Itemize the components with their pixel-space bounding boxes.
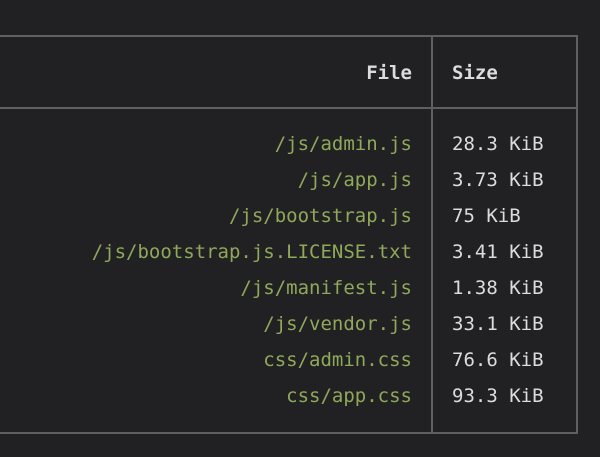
column-header-size: Size: [452, 62, 498, 84]
file-size: 93.3 KiB: [452, 385, 544, 407]
file-size: 3.73 KiB: [452, 169, 544, 191]
table-row: /js/app.js 3.73 KiB: [0, 162, 600, 198]
table-bottom-border: [0, 432, 578, 434]
file-size: 28.3 KiB: [452, 133, 544, 155]
file-path: css/admin.css: [263, 349, 412, 371]
table-row: /js/manifest.js 1.38 KiB: [0, 270, 600, 306]
table-row: css/admin.css 76.6 KiB: [0, 342, 600, 378]
table-row: /js/admin.js 28.3 KiB: [0, 126, 600, 162]
header-separator: [0, 107, 578, 109]
file-path: css/app.css: [286, 385, 412, 407]
file-path: /js/vendor.js: [263, 313, 412, 335]
table-row: /js/vendor.js 33.1 KiB: [0, 306, 600, 342]
file-path: /js/manifest.js: [240, 277, 412, 299]
terminal-window: File Size /js/admin.js 28.3 KiB /js/app.…: [0, 0, 600, 457]
table-row: /js/bootstrap.js 75 KiB: [0, 198, 600, 234]
file-path: /js/bootstrap.js: [228, 205, 412, 227]
file-path: /js/app.js: [297, 169, 412, 191]
file-size: 75 KiB: [452, 205, 521, 227]
file-size: 76.6 KiB: [452, 349, 544, 371]
table-row: css/app.css 93.3 KiB: [0, 378, 600, 414]
file-path: /js/admin.js: [274, 133, 412, 155]
file-size: 33.1 KiB: [452, 313, 544, 335]
table-body: /js/admin.js 28.3 KiB /js/app.js 3.73 Ki…: [0, 126, 600, 414]
file-size: 1.38 KiB: [452, 277, 544, 299]
table-top-border: [0, 35, 578, 37]
file-path: /js/bootstrap.js.LICENSE.txt: [91, 241, 412, 263]
column-header-file: File: [366, 62, 412, 84]
table-row: /js/bootstrap.js.LICENSE.txt 3.41 KiB: [0, 234, 600, 270]
file-size: 3.41 KiB: [452, 241, 544, 263]
